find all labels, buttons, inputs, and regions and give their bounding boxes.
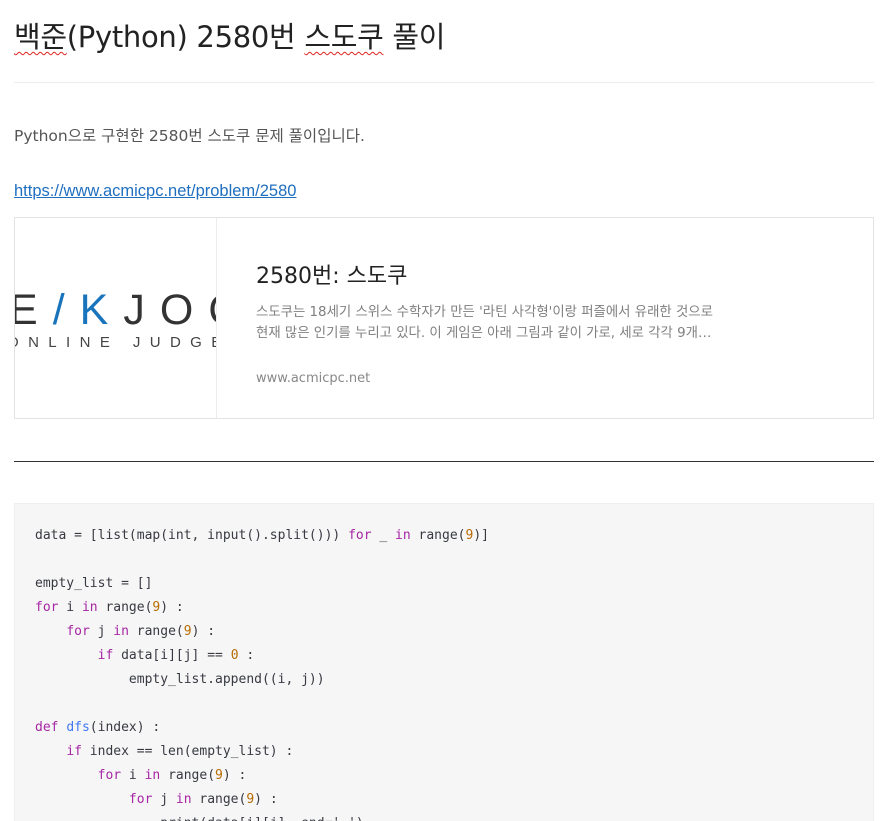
- logo-letter-left: E: [15, 286, 53, 334]
- code-line: for i in range(9) :: [35, 764, 489, 788]
- code-token: 9: [183, 624, 192, 639]
- problem-link[interactable]: https://www.acmicpc.net/problem/2580: [14, 182, 296, 201]
- code-token: 0: [230, 648, 239, 663]
- code-token: i: [121, 768, 145, 783]
- code-token: ) :: [222, 768, 247, 783]
- blog-post-page: 백준(Python) 2580번 스도쿠 풀이 Python으로 구현한 258…: [0, 0, 888, 821]
- code-token: range(: [97, 600, 153, 615]
- code-token: ) :: [191, 624, 216, 639]
- link-preview-card[interactable]: E/KJOC ONLINE JUDGE 2580번: 스도쿠 스도쿠는 18세기…: [14, 217, 874, 419]
- code-token: empty_list.append((i, j)): [35, 672, 325, 687]
- title-word-sudoku: 스도쿠: [304, 20, 384, 54]
- title-word-baekjoon: 백준: [14, 20, 67, 54]
- card-description-line: 현재 많은 인기를 누리고 있다. 이 게임은 아래 그림과 같이 가로, 세로…: [256, 326, 712, 341]
- code-token: empty_list = []: [35, 576, 153, 591]
- code-token: range(: [191, 792, 247, 807]
- code-line: print(data[i][j], end=' '): [35, 812, 489, 821]
- card-domain: www.acmicpc.net: [256, 371, 371, 386]
- code-token: for: [35, 600, 59, 615]
- code-content: data = [list(map(int, input().split())) …: [35, 524, 489, 821]
- code-token: if: [97, 648, 114, 663]
- code-line: empty_list = []: [35, 572, 489, 596]
- code-line: for i in range(9) :: [35, 596, 489, 620]
- code-token: ) :: [160, 600, 184, 615]
- code-token: j: [89, 624, 114, 639]
- post-title: 백준(Python) 2580번 스도쿠 풀이: [14, 14, 445, 56]
- code-token: 9: [246, 792, 255, 807]
- code-token: in: [395, 528, 411, 543]
- code-token: )]: [473, 528, 489, 543]
- code-line: if index == len(empty_list) :: [35, 740, 489, 764]
- title-divider: [14, 82, 874, 83]
- code-token: for: [66, 624, 90, 639]
- code-token: for: [97, 768, 122, 783]
- code-token: in: [81, 600, 98, 615]
- code-token: if: [66, 744, 82, 759]
- title-end: 풀이: [383, 20, 446, 54]
- logo-letter-right: JOC: [123, 286, 216, 334]
- code-line: data = [list(map(int, input().split())) …: [35, 524, 489, 548]
- code-token: :: [238, 648, 255, 663]
- card-title[interactable]: 2580번: 스도쿠: [256, 258, 407, 290]
- intro-paragraph: Python으로 구현한 2580번 스도쿠 문제 풀이입니다.: [14, 127, 365, 145]
- code-token: range(: [160, 768, 216, 783]
- code-token: j: [152, 792, 176, 807]
- code-line: if data[i][j] == 0 :: [35, 644, 489, 668]
- code-token: range(: [410, 528, 466, 543]
- code-token: data = [list(map(int, input().split())): [35, 528, 349, 543]
- card-description: 스도쿠는 18세기 스위스 수학자가 만든 '라틴 사각형'이랑 퍼즐에서 유래…: [256, 302, 726, 344]
- code-token: range(: [128, 624, 184, 639]
- title-middle: (Python) 2580번: [66, 20, 305, 54]
- code-token: index == len(empty_list) :: [81, 744, 294, 759]
- code-token: _: [371, 528, 396, 543]
- code-token: for: [348, 528, 372, 543]
- code-token: def: [35, 720, 59, 735]
- code-token: (index) :: [89, 720, 161, 735]
- code-token: for: [128, 792, 153, 807]
- code-token: i: [58, 600, 82, 615]
- code-block: data = [list(map(int, input().split())) …: [14, 503, 874, 821]
- code-token: data[i][j] ==: [113, 648, 231, 663]
- code-token: 9: [215, 768, 223, 783]
- card-thumbnail: E/KJOC ONLINE JUDGE: [15, 218, 217, 418]
- code-token: in: [144, 768, 161, 783]
- baekjoon-logo: E/KJOC: [15, 286, 216, 335]
- code-token: in: [175, 792, 192, 807]
- code-token: ) :: [254, 792, 278, 807]
- section-divider: [14, 461, 874, 462]
- code-line: def dfs(index) :: [35, 716, 489, 740]
- card-description-line: 스도쿠는 18세기 스위스 수학자가 만든 '라틴 사각형'이랑 퍼즐에서 유래…: [256, 305, 713, 320]
- code-token: dfs: [66, 720, 90, 735]
- code-token: in: [113, 624, 129, 639]
- code-token: print(data[i][j], end=' '): [35, 816, 364, 821]
- logo-accent: /K: [52, 286, 124, 334]
- logo-subtitle: ONLINE JUDGE: [15, 334, 217, 351]
- code-line: for j in range(9) :: [35, 788, 489, 812]
- code-line: empty_list.append((i, j)): [35, 668, 489, 692]
- code-line: for j in range(9) :: [35, 620, 489, 644]
